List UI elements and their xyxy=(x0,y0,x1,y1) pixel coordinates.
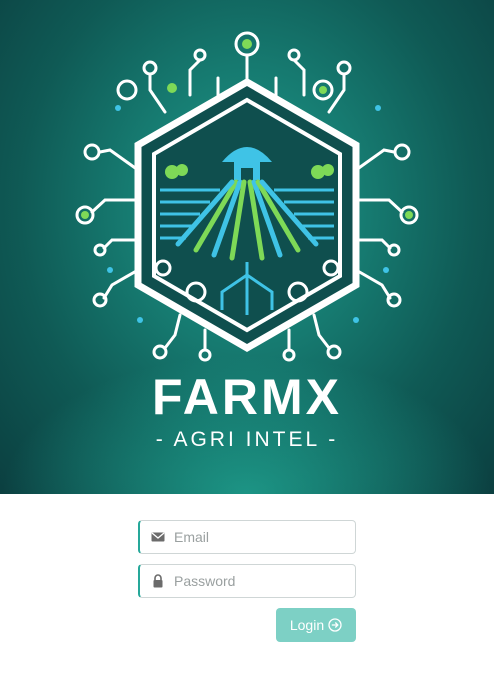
email-field[interactable] xyxy=(138,520,356,554)
password-input[interactable] xyxy=(174,565,350,597)
envelope-icon xyxy=(151,532,165,542)
email-input[interactable] xyxy=(174,521,350,553)
lock-icon xyxy=(153,574,163,588)
brand-subtitle: - AGRI INTEL - xyxy=(155,428,339,451)
password-field[interactable] xyxy=(138,564,356,598)
login-button[interactable]: Login xyxy=(276,608,356,642)
arrow-circle-right-icon xyxy=(328,618,342,632)
login-button-label: Login xyxy=(289,617,325,633)
hero-banner: FARMX - AGRI INTEL - xyxy=(0,0,494,494)
brand-title: FARMX xyxy=(152,369,342,425)
login-form xyxy=(138,520,356,608)
